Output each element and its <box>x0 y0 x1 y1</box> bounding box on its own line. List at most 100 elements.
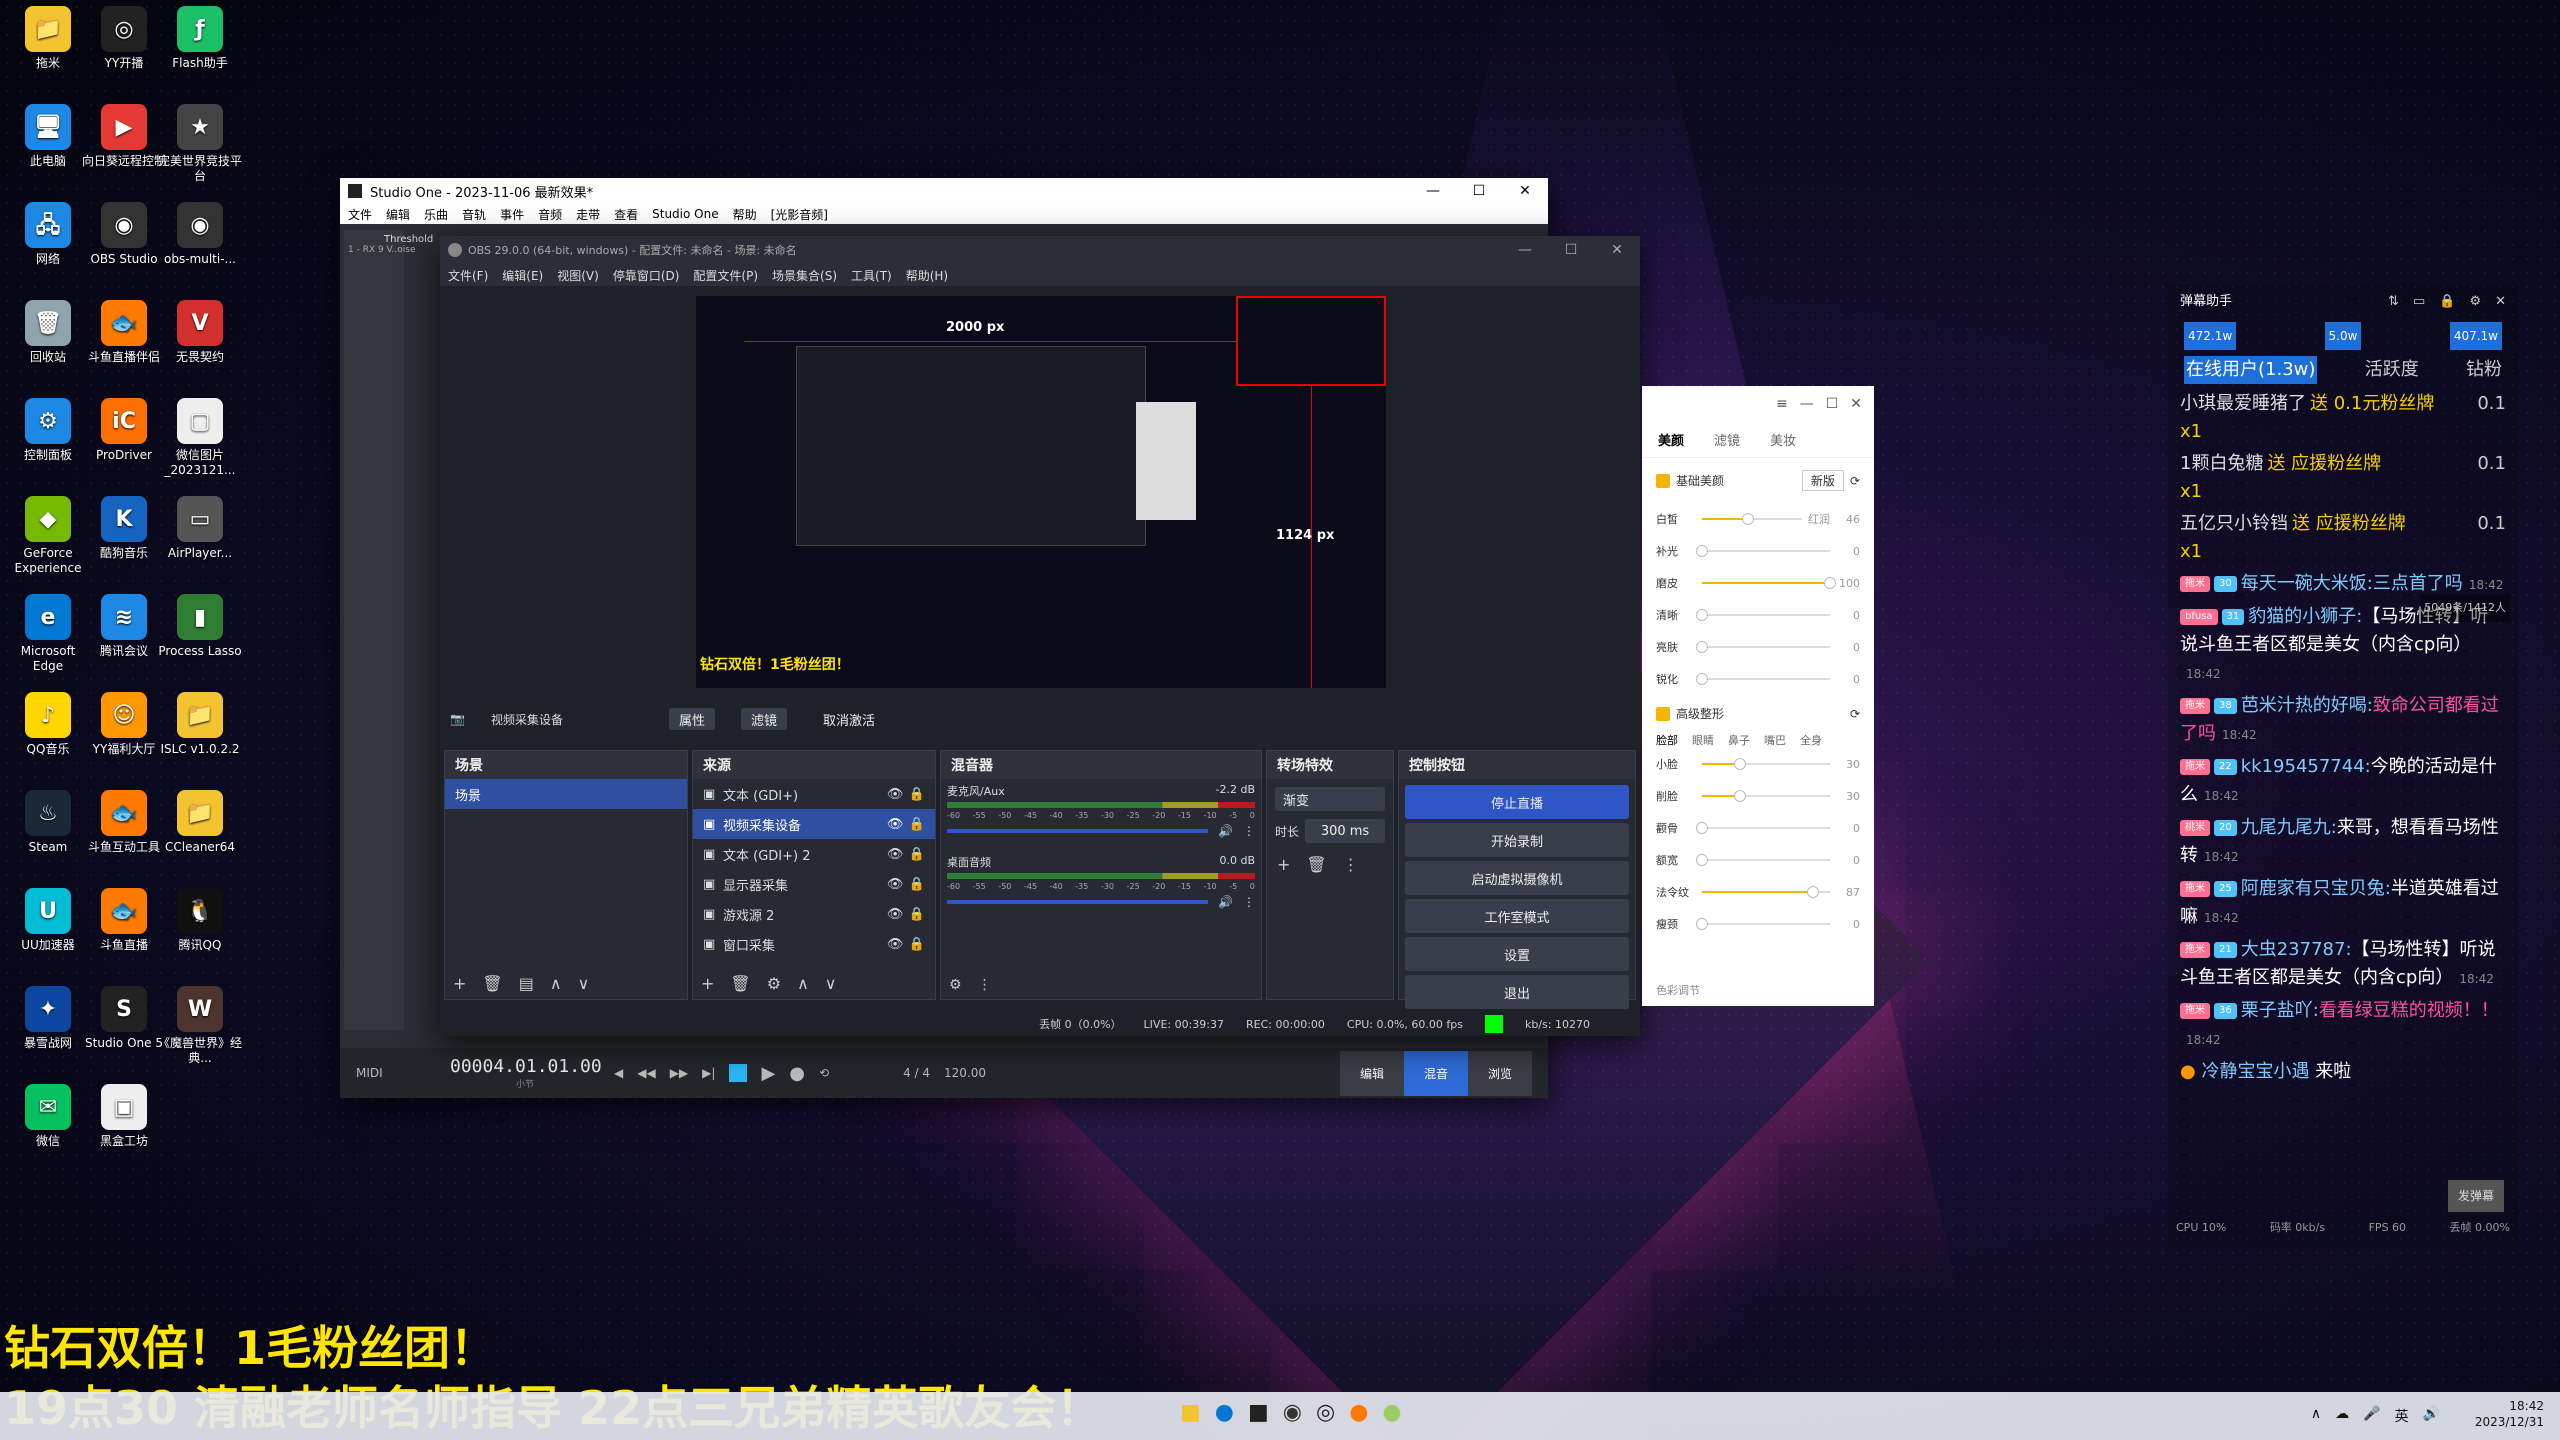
slider-track[interactable] <box>1702 577 1836 589</box>
visibility-eye-icon[interactable]: 👁 <box>887 937 909 952</box>
position-display[interactable]: 00004.01.01.00 <box>450 1056 602 1077</box>
menu-item[interactable]: 场景集合(S) <box>772 267 837 284</box>
danmaku-tab[interactable]: 钻粉 <box>2466 356 2502 384</box>
settings-icon[interactable]: ⚙ <box>2469 288 2481 316</box>
speaker-icon[interactable]: 🔊 <box>1218 824 1233 838</box>
obs-window[interactable]: OBS 29.0.0 (64-bit, windows) - 配置文件: 未命名… <box>440 236 1640 1036</box>
chat-user[interactable]: 大虫237787: <box>2241 939 2352 960</box>
desktop-icon[interactable]: 📁 CCleaner64 <box>158 790 242 855</box>
slider-track[interactable] <box>1696 918 1830 930</box>
minimize-button[interactable]: — <box>1410 183 1456 199</box>
desktop-icon[interactable]: ▶ 向日葵远程控制 <box>82 104 166 169</box>
edge-icon[interactable]: ● <box>1215 1400 1234 1425</box>
desktop-icon[interactable]: V 无畏契约 <box>158 300 242 365</box>
menu-item[interactable]: [光影音频] <box>771 206 828 223</box>
source-item[interactable]: ▣ 文本 (GDI+) 👁 🔒 <box>693 779 935 809</box>
track-name[interactable]: Threshold <box>344 230 433 245</box>
menu-item[interactable]: 编辑 <box>386 206 410 223</box>
desktop-icon[interactable]: ☺ YY福利大厅 <box>82 692 166 757</box>
slider-knob[interactable] <box>1734 790 1747 802</box>
advanced-tab[interactable]: 全身 <box>1800 732 1822 748</box>
lock-icon[interactable]: 🔒 <box>2439 288 2455 316</box>
obs-titlebar[interactable]: OBS 29.0.0 (64-bit, windows) - 配置文件: 未命名… <box>440 236 1640 264</box>
slider-knob[interactable] <box>1734 758 1747 770</box>
menu-item[interactable]: 帮助(H) <box>906 267 948 284</box>
tab-2[interactable]: 浏览 <box>1467 1050 1532 1096</box>
menu-item[interactable]: 文件 <box>348 206 372 223</box>
slider-knob[interactable] <box>1696 545 1708 557</box>
desktop-icon[interactable]: S Studio One 5 <box>82 986 166 1051</box>
beauty-slider[interactable]: 亮肤 0 <box>1642 631 1874 663</box>
lock-icon[interactable]: 🔒 <box>909 877 925 892</box>
minimize-button[interactable]: — <box>1800 396 1814 412</box>
desktop-icon[interactable]: ▮ Process Lasso <box>158 594 242 659</box>
source-item[interactable]: ▣ 显示器采集 👁 🔒 <box>693 869 935 899</box>
beauty-slider[interactable]: 清晰 0 <box>1642 599 1874 631</box>
mixer-settings-icon[interactable]: ⚙ <box>949 977 962 993</box>
gift-user[interactable]: 1颗白兔糖 <box>2180 453 2263 474</box>
speaker-icon[interactable]: 🔊 <box>1218 895 1233 909</box>
menu-icon[interactable]: ≡ <box>1776 396 1788 412</box>
slider-track[interactable] <box>1696 545 1830 557</box>
menu-item[interactable]: 音轨 <box>462 206 486 223</box>
chat-user[interactable]: 阿鹿家有只宝贝兔: <box>2241 878 2391 899</box>
desktop-icon[interactable]: ▢ 微信图片_2023121... <box>158 398 242 478</box>
source-up-button[interactable]: ∧ <box>797 974 809 993</box>
chat-user[interactable]: 豹猫的小狮子: <box>2248 606 2362 627</box>
desktop-icon[interactable]: 🖧 网络 <box>6 202 90 267</box>
desktop-icon[interactable]: e Microsoft Edge <box>6 594 90 674</box>
desktop-icon[interactable]: 🐟 斗鱼互动工具 <box>82 790 166 855</box>
source-item[interactable]: ▣ 游戏源 2 👁 🔒 <box>693 899 935 929</box>
chat-user[interactable]: 栗子盐吖: <box>2241 1000 2319 1021</box>
play-button[interactable]: ▶ <box>761 1063 775 1084</box>
beauty-slider[interactable]: 磨皮 100 <box>1642 567 1874 599</box>
mixer-menu-icon[interactable]: ⋮ <box>978 977 992 993</box>
lock-icon[interactable]: 🔒 <box>909 787 925 802</box>
show-hidden-icon[interactable]: ∧ <box>2311 1406 2321 1426</box>
desktop-icon[interactable]: 🗑 回收站 <box>6 300 90 365</box>
slider-knob[interactable] <box>1696 641 1708 653</box>
network-icon[interactable]: ☁ <box>2335 1406 2349 1426</box>
meter-display[interactable]: 4 / 4 <box>903 1066 930 1080</box>
advanced-reset-icon[interactable]: ⟳ <box>1850 707 1860 721</box>
slider-knob[interactable] <box>1742 513 1754 525</box>
obs-preview[interactable]: 2000 px 1124 px 钻石双倍！1毛粉丝团！ <box>696 296 1386 688</box>
menu-item[interactable]: 配置文件(P) <box>693 267 758 284</box>
source-item[interactable]: ▣ 视频采集设备 👁 🔒 <box>693 809 935 839</box>
lock-icon[interactable]: 🔒 <box>909 847 925 862</box>
maximize-button[interactable]: ☐ <box>1826 396 1839 412</box>
tempo-display[interactable]: 120.00 <box>944 1066 986 1080</box>
channel-menu-icon[interactable]: ⋮ <box>1243 824 1255 838</box>
desktop-icon[interactable]: ◉ OBS Studio <box>82 202 166 267</box>
beauty-slider[interactable]: 小脸 30 <box>1642 748 1874 780</box>
maximize-button[interactable]: ☐ <box>1456 183 1502 199</box>
control-button-3[interactable]: 工作室模式 <box>1405 899 1629 933</box>
menu-item[interactable]: 编辑(E) <box>502 267 543 284</box>
desktop-icon[interactable]: ◆ GeForce Experience <box>6 496 90 576</box>
menu-item[interactable]: 查看 <box>614 206 638 223</box>
danmaku-panel[interactable]: 弹幕助手 ⇅ ▭ 🔒 ⚙ ✕ 472.1w 5.0w 407.1w 在线用户(1.3… <box>2168 284 2518 1248</box>
close-button[interactable]: ✕ <box>1594 242 1640 258</box>
tab-1[interactable]: 混音 <box>1403 1050 1468 1096</box>
beauty-slider[interactable]: 削脸 30 <box>1642 780 1874 812</box>
desktop-icon[interactable]: ◉ obs-multi-... <box>158 202 242 267</box>
menu-item[interactable]: 走带 <box>576 206 600 223</box>
volume-icon[interactable]: 🔊 <box>2423 1406 2440 1426</box>
chat-user[interactable]: 九尾九尾九: <box>2241 817 2337 838</box>
beauty-slider[interactable]: 瘦颈 0 <box>1642 908 1874 940</box>
version-select[interactable]: 新版 <box>1801 470 1844 491</box>
visibility-eye-icon[interactable]: 👁 <box>887 847 909 862</box>
forward-button[interactable]: ▶▶ <box>670 1066 688 1080</box>
chat-user[interactable]: 每天一碗大米饭: <box>2241 573 2373 594</box>
desktop-icon[interactable]: 📁 ISLC v1.0.2.2 <box>158 692 242 757</box>
slider-track[interactable] <box>1696 822 1830 834</box>
slider-track[interactable] <box>1696 673 1830 685</box>
scene-item[interactable]: 场景 <box>445 779 687 809</box>
studio-one-titlebar[interactable]: Studio One - 2023-11-06 最新效果* — ☐ ✕ <box>340 178 1548 204</box>
slider-knob[interactable] <box>1807 886 1820 898</box>
properties-button[interactable]: 属性 <box>668 708 715 730</box>
visibility-eye-icon[interactable]: 👁 <box>887 877 909 892</box>
chat-user[interactable]: kk195457744: <box>2241 756 2371 777</box>
gift-user[interactable]: 小琪最爱睡猪了 <box>2180 393 2306 414</box>
copy-icon[interactable]: ▭ <box>2413 288 2425 316</box>
